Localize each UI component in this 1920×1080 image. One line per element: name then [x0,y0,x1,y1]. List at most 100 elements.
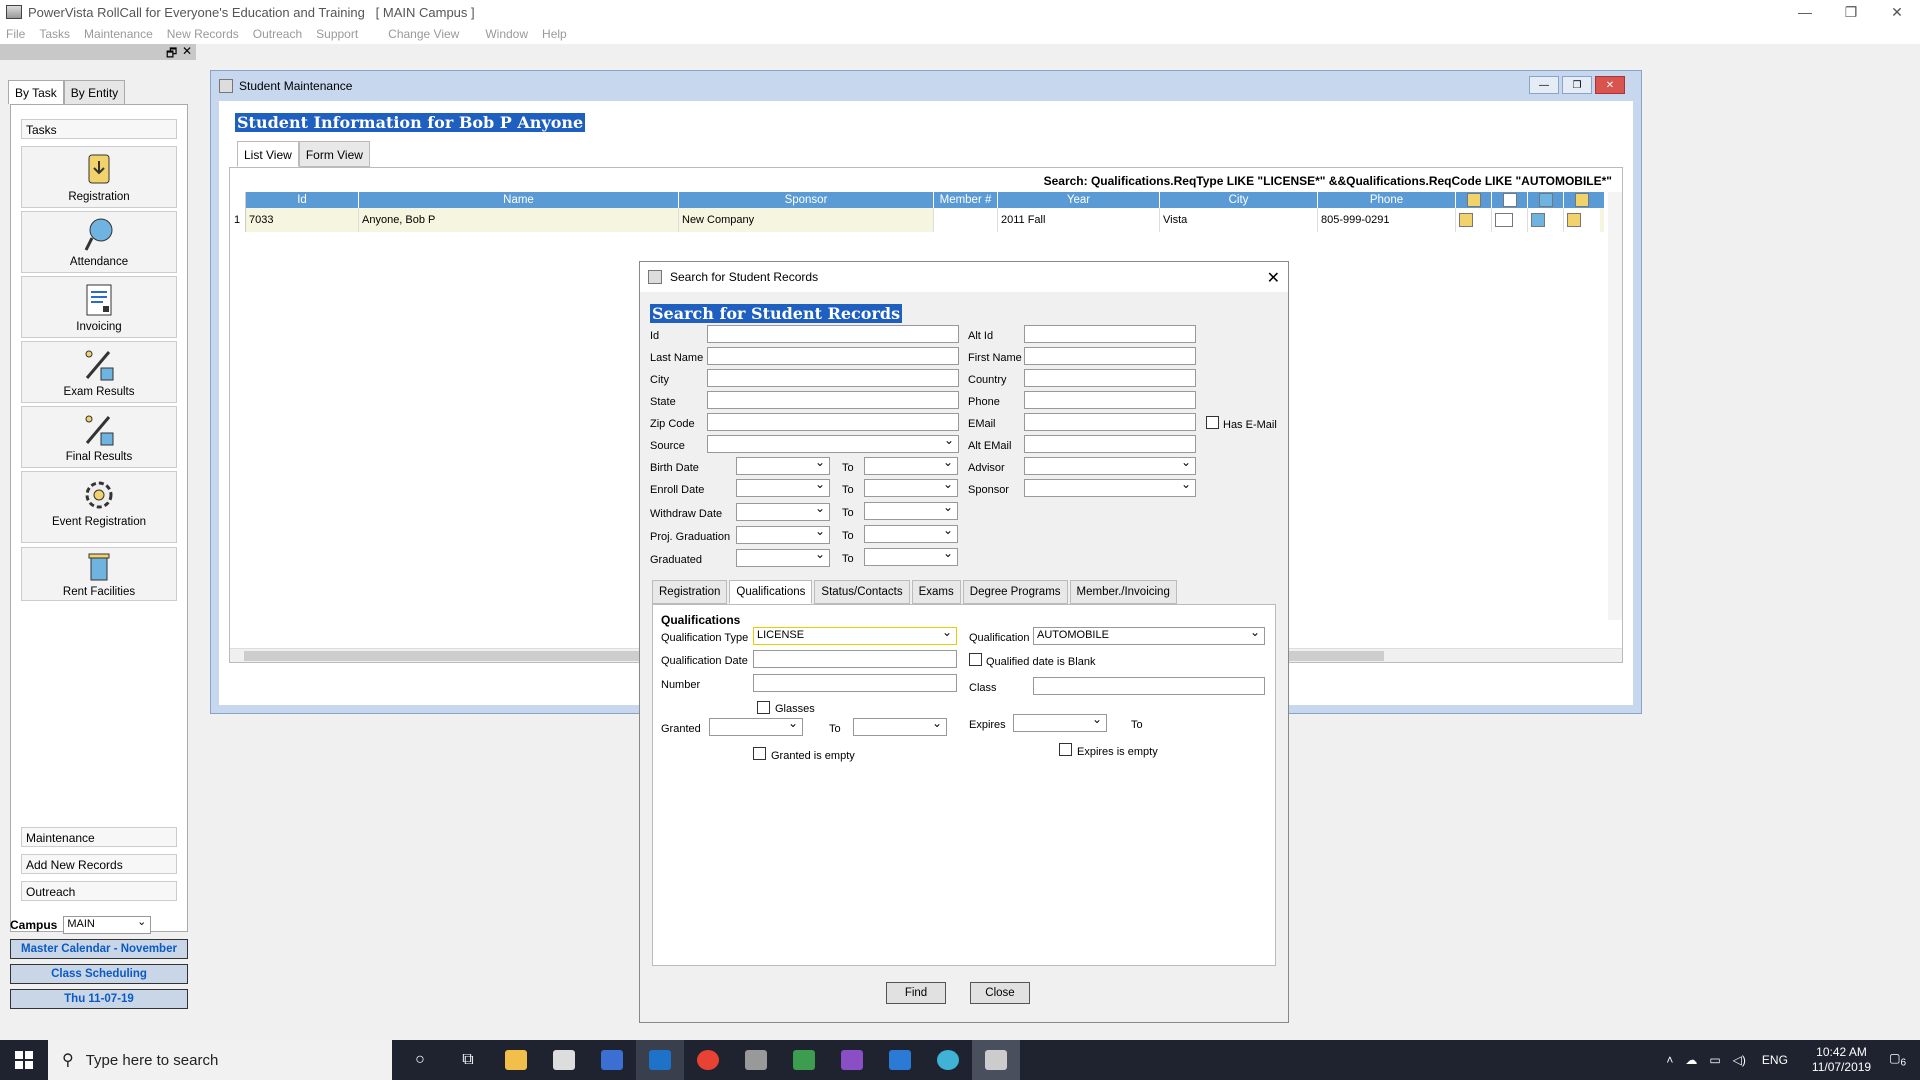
section-add-new-records[interactable]: Add New Records [21,854,177,874]
col-id[interactable]: Id [246,192,359,208]
task-registration[interactable]: Registration [21,146,177,208]
tab-degree-programs[interactable]: Degree Programs [962,580,1068,604]
col-action-2[interactable] [1492,192,1528,208]
vscode-icon[interactable] [876,1040,924,1080]
task-final-results[interactable]: Final Results [21,406,177,468]
menu-maintenance[interactable]: Maintenance [84,27,153,41]
qualification-date-input[interactable] [753,650,957,668]
granted-empty-checkbox[interactable] [753,747,766,760]
menu-window[interactable]: Window [485,27,528,41]
sm-restore-button[interactable]: ❐ [1562,76,1592,94]
col-action-3[interactable] [1528,192,1564,208]
row-attendance-button[interactable] [1528,208,1564,232]
expires-from[interactable] [1013,712,1107,732]
first-name-input[interactable] [1024,347,1196,365]
sm-minimize-button[interactable]: — [1529,76,1559,94]
close-pane-icon[interactable]: ✕ [182,44,192,58]
outlook-icon[interactable] [636,1040,684,1080]
row-registration-button[interactable] [1456,208,1492,232]
tools-icon[interactable] [732,1040,780,1080]
granted-to[interactable] [853,716,947,736]
number-input[interactable] [753,674,957,692]
chrome-icon[interactable] [684,1040,732,1080]
tab-registration[interactable]: Registration [652,580,728,604]
start-button[interactable] [0,1040,48,1080]
graduated-from[interactable] [736,547,830,567]
task-invoicing[interactable]: Invoicing [21,276,177,338]
city-input[interactable] [707,369,959,387]
volume-icon[interactable]: ◁) [1733,1053,1746,1067]
tab-member-invoicing[interactable]: Member./Invoicing [1069,580,1177,604]
network-icon[interactable]: ▭ [1709,1053,1720,1067]
proj-graduation-to[interactable] [864,523,958,543]
qualification-type-select[interactable]: LICENSE [753,625,957,645]
withdraw-date-to[interactable] [864,500,958,520]
col-year[interactable]: Year [998,192,1160,208]
task-view-icon[interactable]: ⧉ [444,1040,492,1080]
language-indicator[interactable]: ENG [1762,1053,1788,1067]
qualification-select[interactable]: AUTOMOBILE [1033,625,1265,645]
campus-select[interactable]: MAIN [63,915,152,934]
close-dialog-button[interactable]: Close [970,982,1030,1004]
row-calendar-button[interactable] [1492,208,1528,232]
app-blue-icon[interactable] [588,1040,636,1080]
visual-studio-icon[interactable] [828,1040,876,1080]
col-city[interactable]: City [1160,192,1318,208]
alt-email-input[interactable] [1024,435,1196,453]
tab-exams[interactable]: Exams [911,580,961,604]
email-input[interactable] [1024,413,1196,431]
cortana-icon[interactable]: ○ [396,1040,444,1080]
task-rent-facilities[interactable]: Rent Facilities [21,547,177,601]
section-maintenance[interactable]: Maintenance [21,827,177,847]
dialog-close-icon[interactable]: ✕ [1267,268,1280,288]
clock[interactable]: 10:42 AM 11/07/2019 [1812,1045,1871,1075]
excel-icon[interactable] [780,1040,828,1080]
tab-list-view[interactable]: List View [237,141,299,167]
vertical-scrollbar[interactable] [1608,192,1622,620]
tasks-header[interactable]: Tasks [21,119,177,139]
enroll-date-from[interactable] [736,477,830,497]
qualified-date-blank-checkbox[interactable] [969,653,982,666]
tab-by-entity[interactable]: By Entity [63,80,126,104]
source-select[interactable] [707,433,959,453]
glasses-checkbox[interactable] [757,701,770,714]
date-button[interactable]: Thu 11-07-19 [10,989,188,1009]
graduated-to[interactable] [864,546,958,566]
menu-change-view[interactable]: Change View [388,27,459,41]
state-input[interactable] [707,391,959,409]
class-scheduling-button[interactable]: Class Scheduling [10,964,188,984]
camera-icon[interactable] [924,1040,972,1080]
has-email-checkbox[interactable] [1206,416,1219,429]
section-outreach[interactable]: Outreach [21,881,177,901]
restore-button[interactable]: ❐ [1828,0,1874,24]
tab-by-task[interactable]: By Task [8,80,64,104]
col-phone[interactable]: Phone [1318,192,1456,208]
expires-empty-checkbox[interactable] [1059,743,1072,756]
restore-pane-icon[interactable]: 🗗 [166,44,177,65]
menu-new-records[interactable]: New Records [167,27,239,41]
menu-support[interactable]: Support [316,27,358,41]
menu-file[interactable]: File [6,27,25,41]
file-explorer-icon[interactable] [492,1040,540,1080]
row-certificate-button[interactable] [1564,208,1600,232]
task-event-registration[interactable]: Event Registration [21,471,177,543]
close-button[interactable]: ✕ [1874,0,1920,24]
tab-status-contacts[interactable]: Status/Contacts [814,580,910,604]
col-action-1[interactable] [1456,192,1492,208]
id-input[interactable] [707,325,959,343]
tab-form-view[interactable]: Form View [298,141,370,167]
col-member[interactable]: Member # [934,192,998,208]
menu-tasks[interactable]: Tasks [39,27,70,41]
last-name-input[interactable] [707,347,959,365]
sponsor-select[interactable] [1024,477,1196,497]
col-action-4[interactable] [1564,192,1600,208]
birth-date-to[interactable] [864,455,958,475]
enroll-date-to[interactable] [864,477,958,497]
phone-input[interactable] [1024,391,1196,409]
menu-help[interactable]: Help [542,27,567,41]
granted-from[interactable] [709,716,803,736]
notifications-icon[interactable]: ▢6 [1889,1051,1906,1068]
paint-icon[interactable] [540,1040,588,1080]
table-row[interactable]: 7033 Anyone, Bob P New Company 2011 Fall… [246,208,1604,232]
zip-input[interactable] [707,413,959,431]
